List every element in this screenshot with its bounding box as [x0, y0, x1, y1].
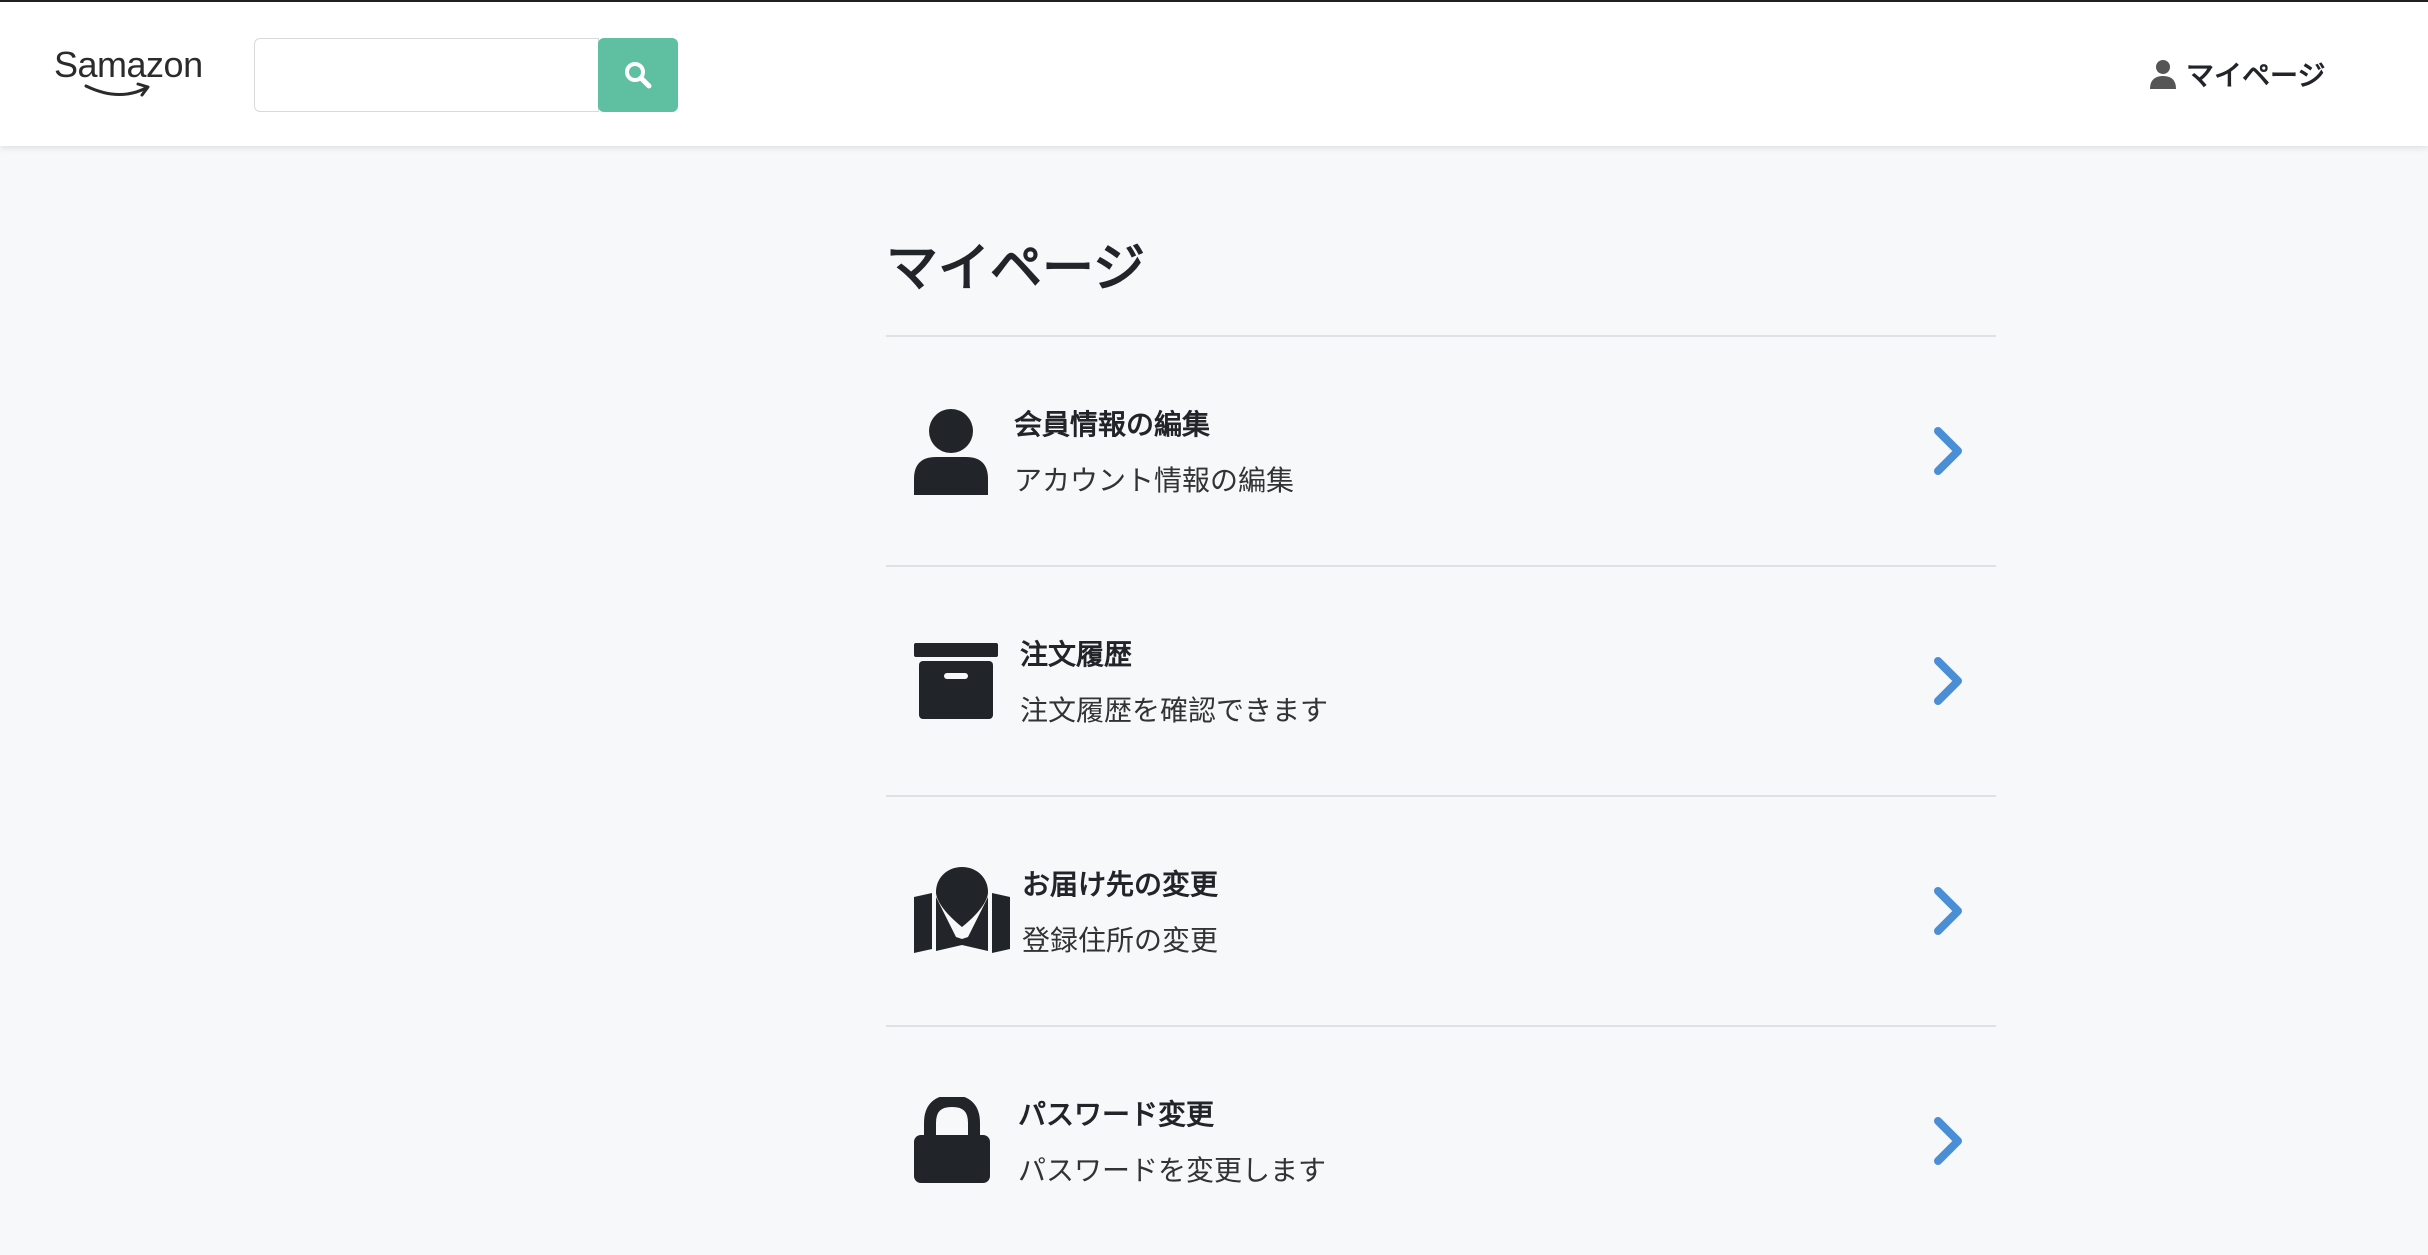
chevron-right-icon [1934, 1117, 1962, 1165]
search-button[interactable] [598, 38, 678, 112]
menu-item-delivery-address[interactable]: お届け先の変更 登録住所の変更 [886, 795, 1996, 1025]
menu-item-desc: パスワードを変更します [1018, 1154, 1327, 1187]
map-pin-icon [914, 867, 1010, 953]
header-mypage-link[interactable]: マイページ [2150, 54, 2325, 94]
menu-item-title: 注文履歴 [1020, 638, 1133, 671]
menu-item-title: パスワード変更 [1018, 1098, 1215, 1131]
menu-item-password-change[interactable]: パスワード変更 パスワードを変更します [886, 1025, 1996, 1255]
menu-item-title: お届け先の変更 [1022, 868, 1219, 901]
logo-smile-arrow-icon [84, 82, 150, 97]
menu-item-desc: 登録住所の変更 [1022, 924, 1219, 957]
header-mypage-label: マイページ [2186, 59, 2326, 92]
page-title: マイページ [886, 239, 1145, 299]
top-navbar: Samazon マイページ [0, 2, 2428, 146]
menu-item-edit-member[interactable]: 会員情報の編集 アカウント情報の編集 [886, 335, 1996, 565]
chevron-right-icon [1934, 887, 1962, 935]
search-icon [625, 62, 652, 89]
menu-item-title: 会員情報の編集 [1014, 408, 1211, 441]
menu-item-desc: 注文履歴を確認できます [1020, 694, 1329, 727]
menu-item-order-history[interactable]: 注文履歴 注文履歴を確認できます [886, 565, 1996, 795]
search-input[interactable] [254, 38, 599, 112]
lock-icon [914, 1097, 990, 1183]
samazon-logo[interactable]: Samazon [54, 44, 204, 104]
user-icon [2150, 60, 2176, 89]
chevron-right-icon [1934, 657, 1962, 705]
user-icon [914, 409, 988, 495]
menu-item-desc: アカウント情報の編集 [1014, 464, 1295, 497]
archive-box-icon [914, 643, 998, 719]
chevron-right-icon [1934, 427, 1962, 475]
mypage-menu-list: 会員情報の編集 アカウント情報の編集 注文履歴 注文履歴を確認できます お届け先… [886, 335, 1996, 1255]
